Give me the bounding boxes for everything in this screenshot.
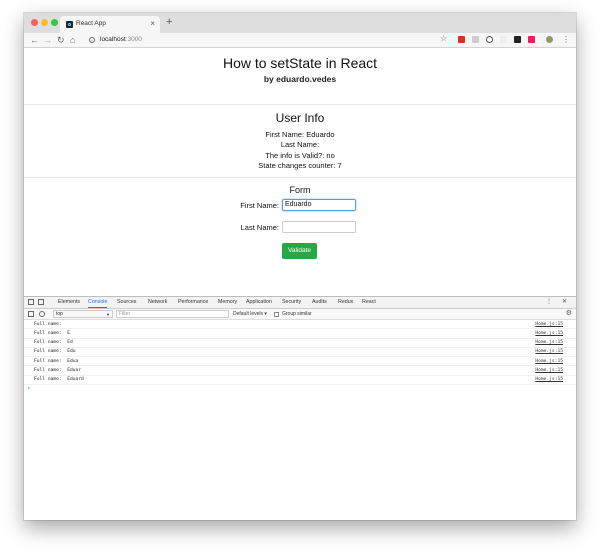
page-byline: by eduardo.vedes [263, 74, 337, 84]
tab-title: React App [76, 20, 106, 27]
devtools-tabs: Elements Console Sources Network Perform… [24, 297, 576, 309]
context-select[interactable]: top ▼ [53, 310, 113, 318]
console-log-source-link[interactable]: Home.js:15 [535, 349, 563, 354]
tab-network[interactable]: Network [148, 297, 167, 308]
state-counter: State changes counter: 7 [258, 161, 342, 170]
extension-gray-icon[interactable] [472, 36, 479, 43]
devtools-menu-icon[interactable]: ⋮ [546, 297, 552, 308]
devtools-panel: Elements Console Sources Network Perform… [24, 296, 576, 520]
group-similar-label: Group similar [282, 311, 312, 317]
react-icon [66, 21, 73, 28]
console-log-source-link[interactable]: Home.js:15 [535, 340, 563, 345]
console-log-row: Full name: E Home.js:15 [24, 329, 576, 339]
extension-ellipsis-icon[interactable] [500, 36, 507, 43]
validate-button[interactable]: Validate [282, 243, 317, 259]
last-name-input[interactable] [282, 221, 356, 233]
form-heading: Form [289, 185, 311, 195]
tab-close-icon[interactable]: × [150, 19, 155, 28]
browser-toolbar: ← → ↻ ⌂ i localhost:3000 ☆ ⋮ [24, 33, 576, 48]
console-prompt[interactable]: › [24, 385, 576, 393]
console-log-row: Full name: Eduar Home.js:15 [24, 366, 576, 376]
tab-audits[interactable]: Audits [312, 297, 327, 308]
context-value: top [56, 311, 63, 317]
tab-security[interactable]: Security [282, 297, 301, 308]
browser-window: React App × + ← → ↻ ⌂ i localhost:3000 ☆… [24, 13, 576, 520]
extension-black-icon[interactable] [514, 36, 521, 43]
tab-elements[interactable]: Elements [58, 297, 80, 308]
tab-bar: React App × + [24, 13, 576, 33]
inspect-icon[interactable] [28, 299, 34, 305]
tab-react[interactable]: React [362, 297, 376, 308]
browser-tab[interactable]: React App × [60, 16, 160, 33]
last-name-label: Last Name: [240, 223, 279, 232]
console-log-source-link[interactable]: Home.js:15 [535, 322, 563, 327]
console-log-row: Full name: Edu Home.js:15 [24, 348, 576, 358]
bookmark-star-icon[interactable]: ☆ [440, 33, 447, 45]
gear-icon[interactable]: ⚙ [566, 309, 572, 319]
group-similar-checkbox[interactable] [274, 311, 279, 317]
user-valid-status: The info is Valid?: no [265, 151, 335, 160]
page-title: How to setState in React [222, 55, 378, 71]
console-log-text: Full name: [34, 321, 65, 327]
console-log-source-link[interactable]: Home.js:15 [535, 368, 563, 373]
menu-icon[interactable]: ⋮ [562, 34, 570, 46]
tab-sources[interactable]: Sources [117, 297, 136, 308]
device-toolbar-icon[interactable] [38, 299, 44, 305]
extension-circle-icon[interactable] [486, 36, 493, 43]
console-log-row: Full name: Ed Home.js:15 [24, 339, 576, 348]
first-name-label: First Name: [240, 201, 279, 210]
page-content: How to setState in React by eduardo.vede… [24, 48, 576, 296]
console-sidebar-icon[interactable] [28, 311, 34, 317]
console-log-source-link[interactable]: Home.js:15 [535, 377, 563, 382]
extension-pink-icon[interactable] [528, 36, 535, 43]
forward-arrow-icon[interactable]: → [43, 34, 52, 46]
tab-console[interactable]: Console [88, 297, 108, 308]
console-log-row: Full name: Eduard Home.js:15 [24, 376, 576, 386]
console-log-row: Full name: Home.js:15 [24, 320, 576, 330]
user-info-heading: User Info [275, 111, 325, 125]
user-first-name: First Name: Eduardo [265, 130, 335, 139]
url-text[interactable]: localhost:3000 [100, 35, 142, 45]
console-log-text: Full name: Edu [34, 349, 76, 355]
tab-memory[interactable]: Memory [218, 297, 237, 308]
tab-application[interactable]: Application [246, 297, 272, 308]
console-log-text: Full name: Ed [34, 340, 73, 346]
home-icon[interactable]: ⌂ [70, 34, 75, 46]
address-bar[interactable]: i localhost:3000 [84, 34, 454, 46]
extension-red-icon[interactable] [458, 36, 465, 43]
new-tab-button[interactable]: + [166, 16, 172, 28]
divider [24, 104, 576, 105]
console-log-text: Full name: Eduar [34, 367, 82, 373]
console-log-text: Full name: Eduard [34, 377, 84, 383]
url-port: :3000 [125, 36, 142, 43]
maximize-window-button[interactable] [51, 19, 58, 26]
console-log-source-link[interactable]: Home.js:15 [535, 331, 563, 336]
console-log-source-link[interactable]: Home.js:15 [535, 359, 563, 364]
console-toolbar: top ▼ Filter Default levels ▾ Group simil… [24, 309, 576, 320]
reload-icon[interactable]: ↻ [57, 34, 65, 46]
console-log-row: Full name: Edua Home.js:15 [24, 357, 576, 367]
url-host: localhost [100, 36, 126, 43]
back-arrow-icon[interactable]: ← [30, 34, 39, 46]
console-log-text: Full name: Edua [34, 358, 79, 364]
prompt-chevron-icon: › [27, 385, 31, 393]
log-levels-dropdown[interactable]: Default levels ▾ [233, 309, 267, 319]
chevron-down-icon: ▼ [106, 312, 110, 317]
divider [24, 177, 576, 178]
devtools-close-icon[interactable]: ✕ [562, 297, 567, 308]
user-last-name: Last Name: [280, 140, 320, 149]
info-icon[interactable]: i [89, 36, 95, 43]
tab-redux[interactable]: Redux [338, 297, 353, 308]
clear-console-icon[interactable] [39, 311, 45, 317]
console-log: Full name: Home.js:15 Full name: E Home.js… [24, 320, 576, 393]
console-filter-input[interactable]: Filter [116, 310, 229, 318]
console-log-text: Full name: E [34, 330, 70, 336]
close-window-button[interactable] [31, 19, 38, 26]
minimize-window-button[interactable] [41, 19, 48, 26]
tab-performance[interactable]: Performance [178, 297, 208, 308]
first-name-input[interactable]: Eduardo [282, 199, 356, 211]
avatar[interactable] [546, 36, 553, 43]
